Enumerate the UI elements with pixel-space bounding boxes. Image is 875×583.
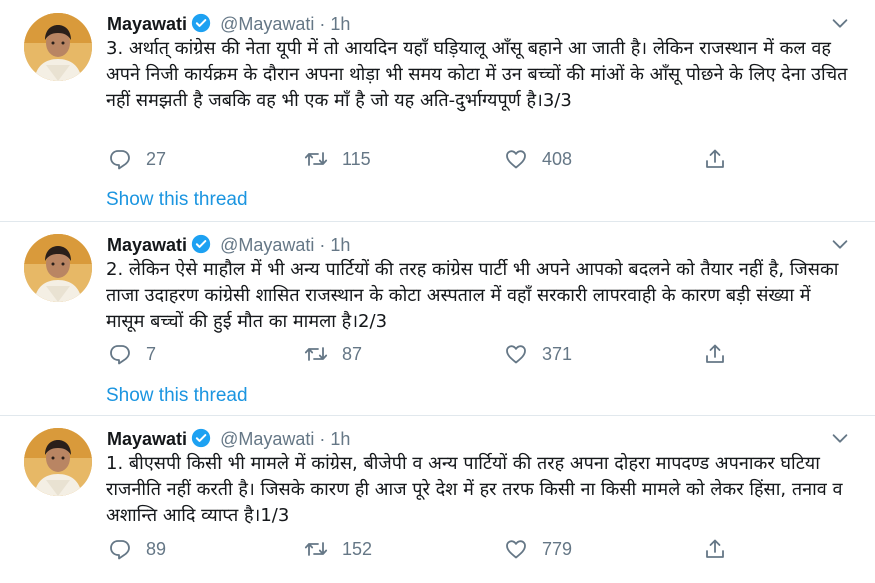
like-count: 408: [542, 148, 573, 169]
tweet-card[interactable]: Mayawati @Mayawati · 1h 2. लेकिन ऐसे माह…: [0, 222, 875, 414]
like-count: 779: [542, 538, 573, 559]
tweet-actions: 27 115 408: [108, 145, 728, 173]
reply-icon: [108, 342, 132, 366]
reply-icon: [108, 537, 132, 561]
tweet-header: Mayawati @Mayawati · 1h: [107, 428, 350, 453]
timestamp[interactable]: 1h: [330, 429, 350, 449]
tweet-text: 3. अर्थात् कांग्रेस की नेता यूपी में तो …: [106, 38, 848, 111]
reply-count: 7: [146, 343, 157, 364]
tweet-card[interactable]: Mayawati @Mayawati · 1h 3. अर्थात् कांग्…: [0, 0, 875, 220]
share-icon: [703, 537, 727, 561]
avatar[interactable]: [24, 234, 92, 302]
tweet-header: Mayawati @Mayawati · 1h: [107, 234, 350, 259]
author-handle[interactable]: @Mayawati: [220, 235, 314, 255]
tweet-actions: 89 152 779: [108, 535, 728, 563]
share-icon: [703, 147, 727, 171]
chevron-down-icon[interactable]: [829, 12, 851, 34]
share-button[interactable]: [703, 340, 727, 368]
retweet-icon: [304, 342, 328, 366]
like-icon: [504, 147, 528, 171]
separator-dot: ·: [319, 14, 326, 34]
retweet-button[interactable]: 152: [304, 535, 372, 563]
reply-button[interactable]: 27: [108, 145, 166, 173]
tweet-actions: 7 87 371: [108, 340, 728, 368]
reply-count: 89: [146, 538, 167, 559]
show-thread-link[interactable]: Show this thread: [106, 189, 248, 211]
like-icon: [504, 537, 528, 561]
retweet-button[interactable]: 87: [304, 340, 362, 368]
retweet-icon: [304, 147, 328, 171]
timeline-feed: Mayawati @Mayawati · 1h 3. अर्थात् कांग्…: [0, 0, 875, 583]
separator-dot: ·: [319, 429, 326, 449]
like-button[interactable]: 408: [504, 145, 572, 173]
chevron-down-icon[interactable]: [829, 427, 851, 449]
verified-badge-icon: [191, 234, 211, 259]
verified-badge-icon: [191, 13, 211, 38]
reply-icon: [108, 147, 132, 171]
author-handle[interactable]: @Mayawati: [220, 14, 314, 34]
verified-badge-icon: [191, 428, 211, 453]
separator-dot: ·: [319, 235, 326, 255]
share-icon: [703, 342, 727, 366]
chevron-down-icon[interactable]: [829, 233, 851, 255]
reply-count: 27: [146, 148, 167, 169]
retweet-icon: [304, 537, 328, 561]
like-icon: [504, 342, 528, 366]
show-thread-link[interactable]: Show this thread: [106, 385, 248, 407]
author-name[interactable]: Mayawati: [107, 235, 187, 255]
author-handle[interactable]: @Mayawati: [220, 429, 314, 449]
like-count: 371: [542, 343, 573, 364]
reply-button[interactable]: 7: [108, 340, 156, 368]
reply-button[interactable]: 89: [108, 535, 166, 563]
avatar[interactable]: [24, 428, 92, 496]
retweet-count: 87: [342, 343, 363, 364]
like-button[interactable]: 371: [504, 340, 572, 368]
timestamp[interactable]: 1h: [330, 14, 350, 34]
retweet-count: 152: [342, 538, 373, 559]
author-name[interactable]: Mayawati: [107, 429, 187, 449]
tweet-header: Mayawati @Mayawati · 1h: [107, 13, 350, 38]
retweet-button[interactable]: 115: [304, 145, 371, 173]
tweet-text: 1. बीएसपी किसी भी मामले में कांग्रेस, बी…: [106, 453, 843, 526]
retweet-count: 115: [342, 148, 371, 169]
timestamp[interactable]: 1h: [330, 235, 350, 255]
tweet-text: 2. लेकिन ऐसे माहौल में भी अन्य पार्टियों…: [106, 259, 839, 332]
tweet-card[interactable]: Mayawati @Mayawati · 1h 1. बीएसपी किसी भ…: [0, 416, 875, 583]
like-button[interactable]: 779: [504, 535, 572, 563]
author-name[interactable]: Mayawati: [107, 14, 187, 34]
share-button[interactable]: [703, 145, 727, 173]
avatar[interactable]: [24, 13, 92, 81]
share-button[interactable]: [703, 535, 727, 563]
